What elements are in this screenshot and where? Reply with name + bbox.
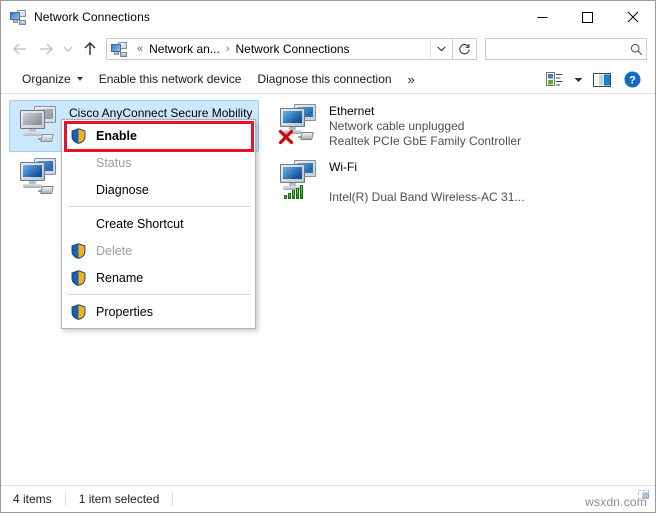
command-bar: Organize Enable this network device Diag… bbox=[1, 65, 655, 94]
connection-name: Ethernet bbox=[329, 104, 375, 118]
context-menu-item-delete: Delete bbox=[62, 237, 255, 264]
empty-icon-slot bbox=[68, 180, 88, 200]
address-bar[interactable]: « Network an... › Network Connections bbox=[106, 38, 453, 60]
connections-list-area: Cisco AnyConnect Secure Mobility Etherne… bbox=[1, 94, 655, 485]
network-adapter-icon bbox=[276, 103, 323, 145]
network-connections-icon bbox=[10, 9, 26, 25]
shield-icon bbox=[68, 126, 88, 146]
shield-icon bbox=[68, 268, 88, 288]
command-bar-right: ? bbox=[539, 65, 647, 94]
search-input[interactable] bbox=[486, 42, 626, 56]
network-adapter-icon bbox=[276, 159, 323, 201]
context-menu-item-diagnose[interactable]: Diagnose bbox=[62, 176, 255, 203]
recent-locations-chevron[interactable] bbox=[59, 37, 77, 61]
context-menu-item-rename[interactable]: Rename bbox=[62, 264, 255, 291]
context-menu-label: Delete bbox=[96, 243, 133, 258]
status-divider bbox=[172, 492, 174, 506]
context-menu-label: Diagnose bbox=[96, 182, 149, 197]
context-menu-item-status: Status bbox=[62, 149, 255, 176]
breadcrumb-overflow[interactable]: « bbox=[132, 43, 148, 55]
context-menu-label: Enable bbox=[96, 128, 137, 143]
list-item[interactable]: Ethernet Network cable unplugged Realtek… bbox=[269, 98, 589, 154]
context-menu-label: Properties bbox=[96, 304, 153, 319]
cable-icon bbox=[38, 132, 55, 144]
refresh-button[interactable] bbox=[453, 38, 477, 60]
connection-name: Wi-Fi bbox=[329, 160, 357, 174]
connection-adapter: Intel(R) Dual Band Wireless-AC 31... bbox=[329, 190, 525, 204]
selection-label: 1 item selected bbox=[78, 492, 160, 506]
context-menu-separator bbox=[68, 294, 251, 295]
context-menu-label: Status bbox=[96, 155, 132, 170]
back-arrow[interactable] bbox=[7, 37, 33, 61]
shield-icon bbox=[68, 241, 88, 261]
diagnose-connection-button[interactable]: Diagnose this connection bbox=[249, 67, 399, 91]
empty-icon-slot bbox=[68, 153, 88, 173]
preview-pane-icon[interactable] bbox=[587, 67, 617, 93]
maximize-button[interactable] bbox=[565, 1, 610, 33]
close-button[interactable] bbox=[610, 1, 655, 33]
cable-icon bbox=[298, 130, 315, 142]
network-adapter-icon bbox=[16, 157, 63, 199]
navigation-bar: « Network an... › Network Connections bbox=[1, 33, 655, 65]
context-menu-label: Rename bbox=[96, 270, 144, 285]
network-connections-icon bbox=[111, 41, 127, 57]
wifi-signal-icon bbox=[284, 185, 303, 199]
network-connections-window: Network Connections « Network an... › Ne… bbox=[0, 0, 656, 513]
svg-text:?: ? bbox=[629, 75, 636, 87]
item-count-label: 4 items bbox=[13, 492, 52, 506]
context-menu-item-create-shortcut[interactable]: Create Shortcut bbox=[62, 210, 255, 237]
forward-arrow[interactable] bbox=[33, 37, 59, 61]
cable-icon bbox=[38, 184, 55, 196]
address-dropdown-icon[interactable] bbox=[430, 39, 452, 59]
view-options-icon[interactable] bbox=[539, 67, 569, 93]
context-menu-separator bbox=[68, 206, 251, 207]
connection-adapter: Realtek PCIe GbE Family Controller bbox=[329, 134, 522, 148]
shield-icon bbox=[68, 302, 88, 322]
connection-status: Network cable unplugged bbox=[329, 119, 465, 133]
up-arrow[interactable] bbox=[77, 37, 103, 61]
breadcrumb-item-network-connections[interactable]: Network Connections bbox=[235, 42, 351, 56]
organize-button[interactable]: Organize bbox=[14, 67, 91, 91]
search-icon[interactable] bbox=[626, 39, 646, 59]
empty-icon-slot bbox=[68, 214, 88, 234]
context-menu-item-properties[interactable]: Properties bbox=[62, 298, 255, 325]
status-bar: 4 items 1 item selected wsxdn.com bbox=[1, 485, 655, 512]
minimize-button[interactable] bbox=[520, 1, 565, 33]
toolbar-overflow-button[interactable]: » bbox=[400, 67, 423, 91]
search-box[interactable] bbox=[485, 38, 647, 60]
connection-status bbox=[329, 175, 524, 190]
view-options-caret-icon[interactable] bbox=[569, 67, 587, 93]
window-title: Network Connections bbox=[34, 10, 150, 24]
context-menu-label: Create Shortcut bbox=[96, 216, 184, 231]
resize-grip[interactable] bbox=[635, 490, 649, 502]
list-item[interactable]: Wi-Fi Intel(R) Dual Band Wireless-AC 31.… bbox=[269, 154, 589, 210]
status-divider bbox=[64, 492, 66, 506]
network-adapter-disabled-icon bbox=[16, 105, 63, 147]
help-icon[interactable]: ? bbox=[617, 67, 647, 93]
window-controls bbox=[520, 1, 655, 33]
organize-label: Organize bbox=[22, 72, 71, 86]
chevron-down-icon bbox=[76, 77, 83, 81]
title-bar: Network Connections bbox=[1, 1, 655, 33]
context-menu-item-enable[interactable]: Enable bbox=[62, 122, 255, 149]
breadcrumb-item-network-and[interactable]: Network an... bbox=[148, 42, 221, 56]
red-x-icon bbox=[278, 129, 294, 145]
enable-network-device-button[interactable]: Enable this network device bbox=[91, 67, 250, 91]
breadcrumb-separator: › bbox=[225, 43, 230, 55]
context-menu: Enable Status Diagnose Create Shortcut D… bbox=[61, 119, 256, 329]
